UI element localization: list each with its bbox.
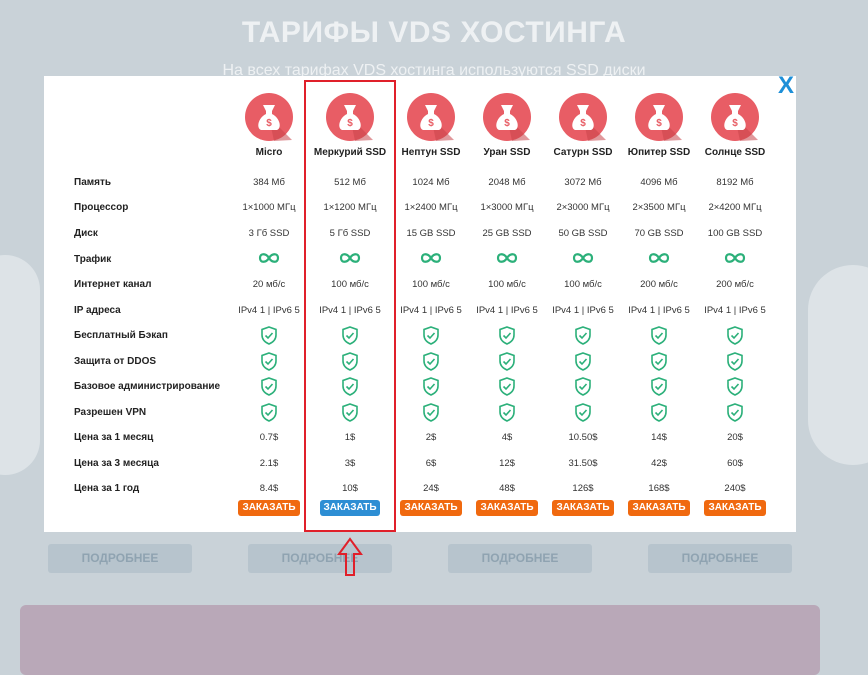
cell-price-3m: 2.1$ bbox=[259, 458, 279, 469]
cell-price-1m: 0.7$ bbox=[259, 432, 279, 443]
plan-name: Солнце SSD bbox=[704, 147, 766, 158]
cell-disk: 3 Гб SSD bbox=[248, 228, 290, 239]
bg-more-button[interactable]: ПОДРОБНЕЕ bbox=[248, 544, 392, 573]
cell-disk: 100 GB SSD bbox=[707, 228, 763, 239]
cell-memory: 8192 Мб bbox=[716, 177, 754, 188]
bg-more-button[interactable]: ПОДРОБНЕЕ bbox=[648, 544, 792, 573]
shield-check-icon bbox=[727, 403, 743, 422]
cell-memory: 384 Мб bbox=[253, 177, 285, 188]
cell-price-1y: 8.4$ bbox=[259, 483, 279, 494]
shield-check-icon bbox=[261, 403, 277, 422]
shield-check-icon bbox=[261, 326, 277, 345]
svg-text:$: $ bbox=[732, 118, 738, 129]
shield-check-icon bbox=[499, 326, 515, 345]
shield-check-icon bbox=[423, 377, 439, 396]
shield-check-icon bbox=[575, 403, 591, 422]
bg-banner-image bbox=[20, 605, 820, 675]
shield-check-icon bbox=[499, 403, 515, 422]
shield-check-icon bbox=[575, 352, 591, 371]
cell-price-3m: 60$ bbox=[727, 458, 743, 469]
row-label-price-1y: Цена за 1 год bbox=[74, 483, 140, 494]
shield-check-icon bbox=[423, 352, 439, 371]
svg-text:$: $ bbox=[504, 118, 510, 129]
row-label-ddos: Защита от DDOS bbox=[74, 356, 157, 367]
svg-text:$: $ bbox=[580, 118, 586, 129]
cell-ip: IPv4 1 | IPv6 5 bbox=[238, 305, 300, 316]
cell-ip: IPv4 1 | IPv6 5 bbox=[704, 305, 766, 316]
shield-check-icon bbox=[651, 403, 667, 422]
svg-text:$: $ bbox=[656, 118, 662, 129]
row-label-price-3m: Цена за 3 месяца bbox=[74, 458, 159, 469]
cell-channel: 20 мб/с bbox=[252, 279, 286, 290]
bg-decoration-right bbox=[808, 265, 868, 465]
shield-check-icon bbox=[575, 326, 591, 345]
shield-check-icon bbox=[499, 377, 515, 396]
cell-cpu: 2×4200 МГц bbox=[708, 202, 762, 213]
row-label-memory: Память bbox=[74, 177, 112, 188]
money-bag-icon: $ bbox=[406, 92, 456, 142]
money-bag-icon: $ bbox=[558, 92, 608, 142]
money-bag-icon: $ bbox=[634, 92, 684, 142]
infinity-icon bbox=[258, 253, 280, 263]
shield-check-icon bbox=[423, 326, 439, 345]
row-label-cpu: Процессор bbox=[74, 202, 129, 213]
order-button[interactable]: ЗАКАЗАТЬ bbox=[552, 500, 614, 516]
arrow-up-icon bbox=[337, 537, 363, 576]
cell-cpu: 1×1000 МГц bbox=[242, 202, 296, 213]
row-label-admin: Базовое администрирование bbox=[74, 381, 221, 392]
infinity-icon bbox=[572, 253, 594, 263]
money-bag-icon: $ bbox=[244, 92, 294, 142]
shield-check-icon bbox=[261, 377, 277, 396]
cell-channel: 200 мб/с bbox=[716, 279, 754, 290]
money-bag-icon: $ bbox=[482, 92, 532, 142]
svg-text:$: $ bbox=[428, 118, 434, 129]
row-label-ip: IP адреса bbox=[74, 305, 121, 316]
money-bag-icon: $ bbox=[710, 92, 760, 142]
cell-price-1m: 20$ bbox=[727, 432, 743, 443]
shield-check-icon bbox=[423, 403, 439, 422]
bg-more-button[interactable]: ПОДРОБНЕЕ bbox=[48, 544, 192, 573]
shield-check-icon bbox=[261, 352, 277, 371]
row-label-traffic: Трафик bbox=[74, 254, 112, 265]
bg-page-title: ТАРИФЫ VDS ХОСТИНГА bbox=[241, 16, 627, 49]
infinity-icon bbox=[420, 253, 442, 263]
row-label-price-1m: Цена за 1 месяц bbox=[74, 432, 154, 443]
shield-check-icon bbox=[651, 352, 667, 371]
close-button[interactable]: X bbox=[774, 74, 798, 98]
selected-plan-highlight bbox=[304, 80, 396, 532]
shield-check-icon bbox=[727, 326, 743, 345]
cell-price-1y: 240$ bbox=[724, 483, 746, 494]
infinity-icon bbox=[648, 253, 670, 263]
infinity-icon bbox=[724, 253, 746, 263]
shield-check-icon bbox=[499, 352, 515, 371]
infinity-icon bbox=[496, 253, 518, 263]
shield-check-icon bbox=[727, 377, 743, 396]
order-button[interactable]: ЗАКАЗАТЬ bbox=[238, 500, 300, 516]
order-button[interactable]: ЗАКАЗАТЬ bbox=[476, 500, 538, 516]
svg-text:$: $ bbox=[266, 118, 272, 129]
row-label-channel: Интернет канал bbox=[74, 279, 152, 290]
order-button[interactable]: ЗАКАЗАТЬ bbox=[628, 500, 690, 516]
row-label-vpn: Разрешен VPN bbox=[74, 407, 147, 418]
order-button[interactable]: ЗАКАЗАТЬ bbox=[400, 500, 462, 516]
shield-check-icon bbox=[651, 326, 667, 345]
bg-more-button[interactable]: ПОДРОБНЕЕ bbox=[448, 544, 592, 573]
bg-decoration-left bbox=[0, 255, 40, 475]
shield-check-icon bbox=[651, 377, 667, 396]
row-label-disk: Диск bbox=[74, 228, 98, 239]
row-label-backup: Бесплатный Бэкап bbox=[74, 330, 168, 341]
plan-name: Micro bbox=[255, 147, 283, 158]
order-button[interactable]: ЗАКАЗАТЬ bbox=[704, 500, 766, 516]
shield-check-icon bbox=[575, 377, 591, 396]
shield-check-icon bbox=[727, 352, 743, 371]
